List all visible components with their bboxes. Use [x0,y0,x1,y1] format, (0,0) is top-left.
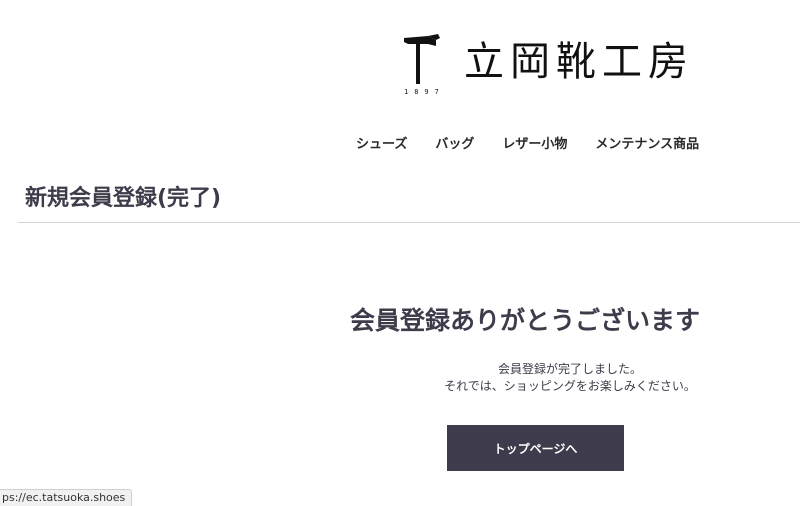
nav-item-maintenance[interactable]: メンテナンス商品 [595,136,699,154]
logo-year: 1897 [404,88,445,96]
nav-item-bags[interactable]: バッグ [435,136,474,154]
logo-text: 立岡靴工房 [464,39,694,85]
top-page-button[interactable]: トップページへ [447,425,624,471]
complete-heading: 会員登録ありがとうございます [350,306,701,335]
global-nav: シューズ バッグ レザー小物 メンテナンス商品 [356,136,699,154]
page-title: 新規会員登録(完了) [25,186,222,211]
complete-message: 会員登録が完了しました。 それでは、ショッピングをお楽しみください。 [420,361,720,395]
title-divider [18,222,800,223]
complete-message-line2: それでは、ショッピングをお楽しみください。 [444,379,696,393]
nav-item-leather-goods[interactable]: レザー小物 [502,136,567,154]
nav-item-shoes[interactable]: シューズ [356,136,407,154]
status-bar-url: ps://ec.tatsuoka.shoes [0,489,133,506]
site-logo[interactable]: 1897 立岡靴工房 [398,32,688,102]
complete-message-line1: 会員登録が完了しました。 [497,362,642,376]
